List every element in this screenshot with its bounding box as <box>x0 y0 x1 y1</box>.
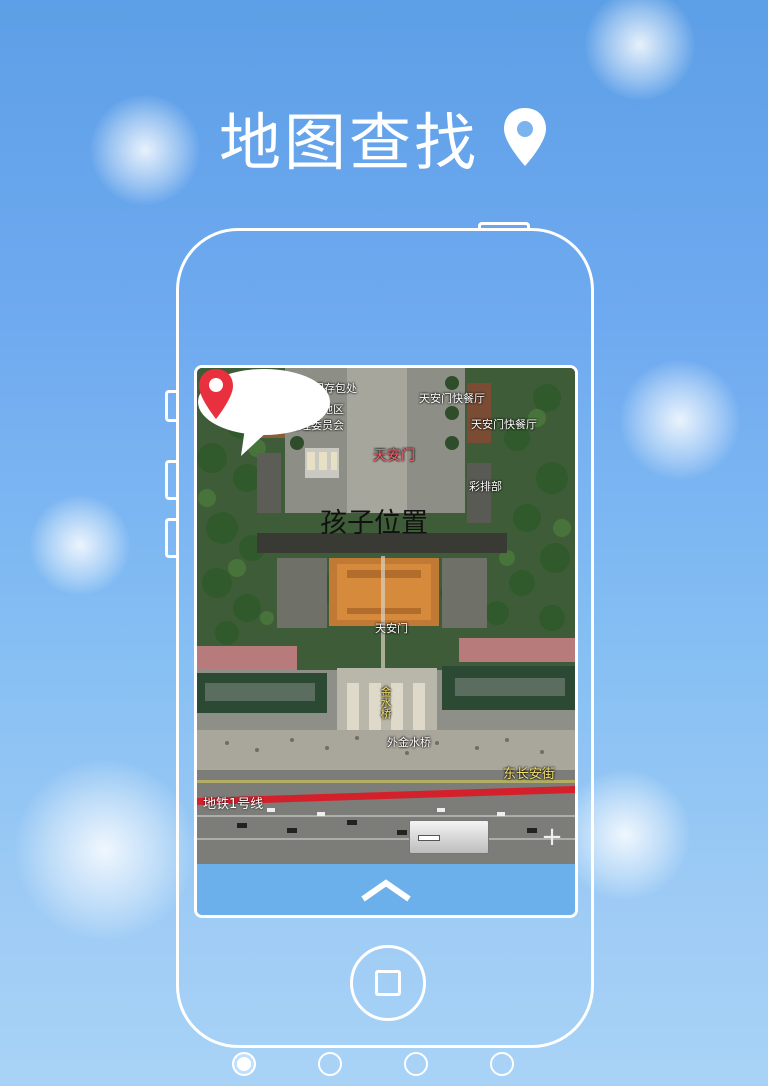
chevron-up-icon <box>361 878 411 901</box>
zoom-out-button[interactable] <box>409 820 489 854</box>
page-dot-4[interactable] <box>490 1052 514 1076</box>
location-pin-icon <box>504 108 546 166</box>
satellite-map[interactable]: 天安门存包处 天安门地区 管理委员会 天安门快餐厅 天安门快餐厅 天安门 彩排部… <box>197 368 575 864</box>
map-label: 金水桥 <box>379 686 392 719</box>
page-dot-1[interactable] <box>232 1052 256 1076</box>
page-title: 地图查找 <box>219 92 549 182</box>
minus-icon <box>418 835 440 841</box>
bokeh-light <box>620 360 740 480</box>
map-label-metro: 地铁1号线 <box>203 797 264 812</box>
pagination <box>232 1052 514 1076</box>
map-label: 彩排部 <box>469 480 502 493</box>
callout-text: 孩子位置 <box>320 508 428 539</box>
map-label: 天安门快餐厅 <box>471 418 537 431</box>
zoom-in-button[interactable]: + <box>539 824 565 850</box>
home-button[interactable] <box>350 945 426 1021</box>
map-label: 外金水桥 <box>387 736 431 749</box>
header: 地图查找 <box>0 92 768 182</box>
phone-screen: 天安门存包处 天安门地区 管理委员会 天安门快餐厅 天安门快餐厅 天安门 彩排部… <box>194 365 578 918</box>
map-label-landmark: 天安门 <box>373 448 415 464</box>
map-label: 天安门 <box>375 622 408 635</box>
page-dot-2[interactable] <box>318 1052 342 1076</box>
page-dot-3[interactable] <box>404 1052 428 1076</box>
map-label: 天安门快餐厅 <box>419 392 485 405</box>
expand-panel-bar[interactable] <box>197 864 575 915</box>
page-title-text: 地图查找 <box>218 106 479 179</box>
map-label-road: 东长安街 <box>503 767 556 782</box>
plus-icon: + <box>541 822 563 852</box>
child-location-pin-icon[interactable] <box>197 368 235 420</box>
bokeh-light <box>30 495 130 595</box>
home-square-icon <box>375 970 401 996</box>
bokeh-light <box>15 760 195 940</box>
bokeh-light <box>585 0 695 100</box>
